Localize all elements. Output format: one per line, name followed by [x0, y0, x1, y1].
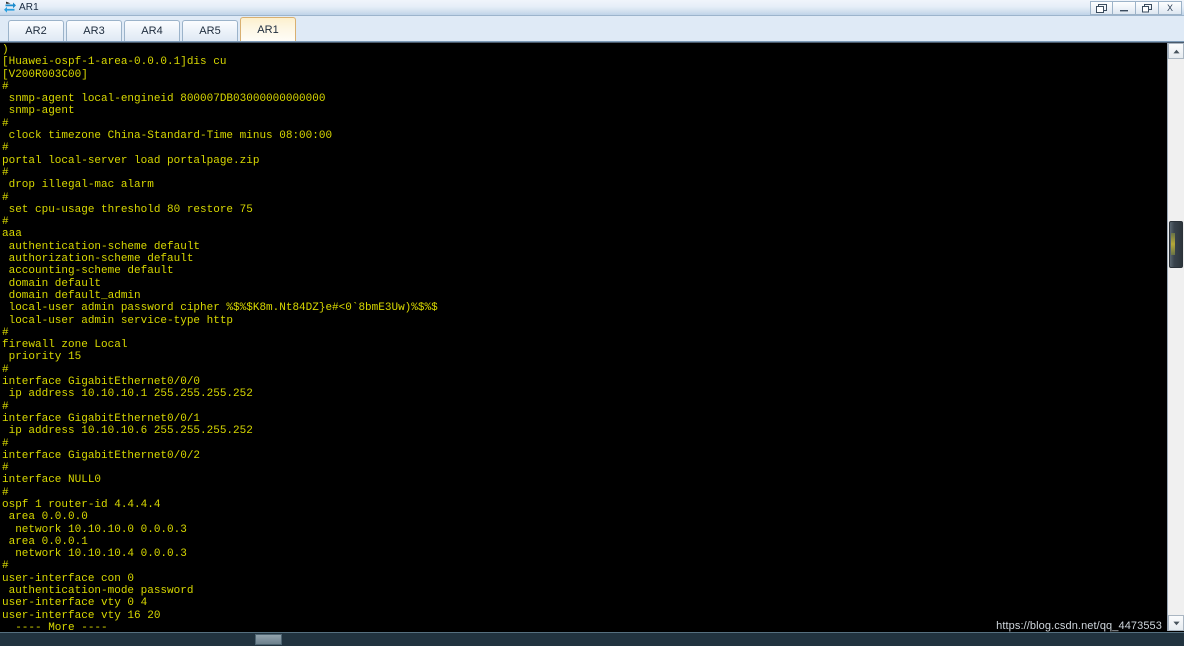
console-output: ) [Huawei-ospf-1-area-0.0.0.1]dis cu [V200… [1, 44, 1160, 631]
console-line: # [2, 437, 9, 450]
console-line: # [2, 191, 9, 204]
console-line: ) [2, 44, 9, 56]
console-line: snmp-agent [2, 105, 75, 118]
console-line: [Huawei-ospf-1-area-0.0.0.1]dis cu [2, 56, 227, 69]
console-line: network 10.10.10.0 0.0.0.3 [2, 523, 187, 536]
console-line: interface GigabitEthernet0/0/0 [2, 376, 201, 389]
scroll-up-arrow-icon[interactable] [1168, 43, 1184, 59]
maximize-icon [1142, 3, 1152, 12]
console-line: interface NULL0 [2, 474, 102, 487]
tab-ar3[interactable]: AR3 [66, 20, 122, 41]
console-line: drop illegal-mac alarm [2, 179, 154, 192]
minimize-button[interactable] [1113, 1, 1136, 15]
console-line: priority 15 [2, 351, 82, 364]
restore-icon [1096, 3, 1107, 13]
tab-ar4[interactable]: AR4 [124, 20, 180, 41]
console-line: network 10.10.10.4 0.0.0.3 [2, 548, 187, 561]
console-line: # [2, 560, 9, 573]
device-tab-strip: AR2 AR3 AR4 AR5 AR1 [0, 16, 1184, 42]
watermark-text: https://blog.csdn.net/qq_4473553 [996, 620, 1162, 632]
console-line: snmp-agent local-engineid 800007DB030000… [2, 93, 326, 106]
console-line: user-interface vty 0 4 [2, 597, 148, 610]
close-button[interactable]: X [1159, 1, 1182, 15]
console-line: [V200R003C00] [2, 68, 88, 81]
horizontal-scrollbar[interactable] [0, 632, 1184, 646]
terminal-area: ) [Huawei-ospf-1-area-0.0.0.1]dis cu [V200… [0, 42, 1184, 632]
console-line: authentication-scheme default [2, 240, 201, 253]
console-line: authorization-scheme default [2, 253, 194, 266]
console-line: ---- More ---- [2, 621, 108, 631]
maximize-button[interactable] [1136, 1, 1159, 15]
title-bar: AR1 X [0, 0, 1184, 16]
scroll-down-arrow-icon[interactable] [1168, 615, 1184, 631]
console-line: domain default [2, 277, 102, 290]
console-line: portal local-server load portalpage.zip [2, 154, 260, 167]
console-line: user-interface vty 16 20 [2, 609, 161, 622]
console-line: # [2, 142, 9, 155]
console-line: firewall zone Local [2, 339, 128, 352]
console-line: area 0.0.0.1 [2, 535, 88, 548]
console-line: domain default_admin [2, 289, 141, 302]
tab-ar1[interactable]: AR1 [240, 17, 296, 41]
console-line: # [2, 117, 9, 130]
tab-ar2[interactable]: AR2 [8, 20, 64, 41]
window-controls: X [1090, 1, 1182, 15]
console-line: interface GigabitEthernet0/0/1 [2, 412, 201, 425]
console-line: local-user admin password cipher %$%$K8m… [2, 302, 438, 315]
cli-console[interactable]: ) [Huawei-ospf-1-area-0.0.0.1]dis cu [V200… [0, 43, 1160, 631]
console-line: accounting-scheme default [2, 265, 174, 278]
console-line: # [2, 400, 9, 413]
console-line: # [2, 462, 9, 475]
console-line: area 0.0.0.0 [2, 511, 88, 524]
scroll-thumb-highlight [1171, 233, 1175, 255]
console-line: aaa [2, 228, 22, 241]
window-title: AR1 [19, 1, 39, 13]
console-line: clock timezone China-Standard-Time minus… [2, 130, 333, 143]
restore-button[interactable] [1090, 1, 1113, 15]
console-line: interface GigabitEthernet0/0/2 [2, 449, 201, 462]
console-line: authentication-mode password [2, 585, 194, 598]
console-line: # [2, 166, 9, 179]
console-line: set cpu-usage threshold 80 restore 75 [2, 203, 253, 216]
console-line: # [2, 326, 9, 339]
router-icon [4, 1, 16, 13]
ar1-cli-window: AR1 X AR2 AR3 AR4 AR5 AR1) [Huawei-ospf… [0, 0, 1184, 646]
chevron-down-icon [1172, 621, 1180, 625]
console-line: # [2, 363, 9, 376]
console-line: user-interface con 0 [2, 572, 135, 585]
console-line: ospf 1 router-id 4.4.4.4 [2, 498, 161, 511]
console-line: ip address 10.10.10.6 255.255.255.252 [2, 425, 253, 438]
vertical-scrollbar[interactable] [1167, 43, 1184, 631]
chevron-up-icon [1172, 49, 1180, 53]
console-line: # [2, 486, 9, 499]
console-line: # [2, 80, 9, 93]
minimize-icon [1119, 9, 1128, 11]
console-line: local-user admin service-type http [2, 314, 234, 327]
tab-ar5[interactable]: AR5 [182, 20, 238, 41]
console-line: # [2, 216, 9, 229]
console-line: ip address 10.10.10.1 255.255.255.252 [2, 388, 253, 401]
horizontal-scroll-thumb[interactable] [255, 634, 282, 645]
